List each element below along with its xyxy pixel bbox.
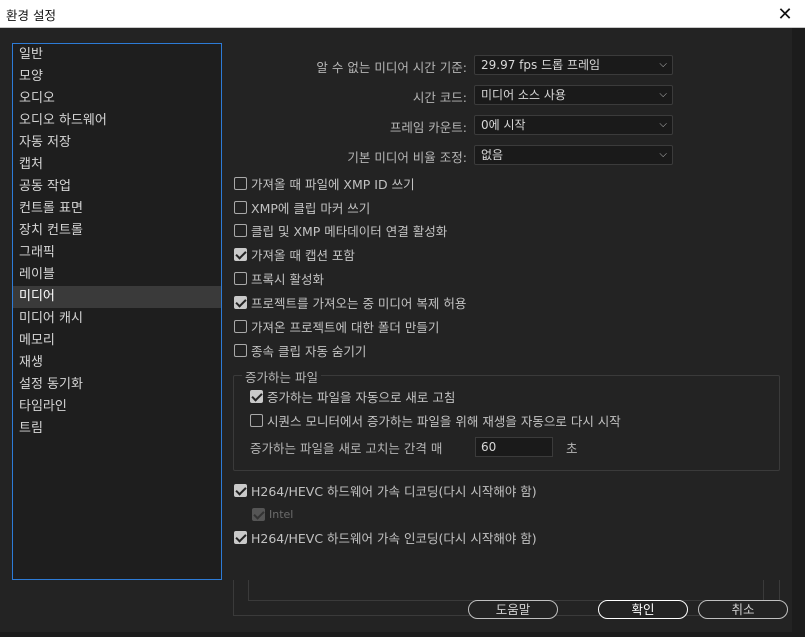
- option-checkbox[interactable]: XMP에 클립 마커 쓰기: [234, 198, 370, 216]
- title-bar: 환경 설정 ✕: [0, 0, 805, 28]
- checkbox-icon: [252, 507, 265, 521]
- timecode-label: 시간 코드:: [412, 90, 467, 105]
- hw-decode-checkbox[interactable]: H264/HEVC 하드웨어 가속 디코딩(다시 시작해야 함): [234, 481, 537, 499]
- timebase-value: 29.97 fps 드롭 프레임: [481, 58, 601, 72]
- timebase-select[interactable]: 29.97 fps 드롭 프레임 ⌵: [474, 55, 673, 75]
- frame-count-label: 프레임 카운트:: [389, 120, 467, 135]
- auto-restart-playback-label: 시퀀스 모니터에서 증가하는 파일을 위해 재생을 자동으로 다시 시작: [267, 413, 621, 429]
- checkbox-icon: [234, 319, 247, 333]
- cancel-button[interactable]: 취소: [698, 600, 788, 619]
- auto-refresh-growing-checkbox[interactable]: 증가하는 파일을 자동으로 새로 고침: [250, 387, 455, 405]
- sidebar-item[interactable]: 자동 저장: [13, 132, 221, 154]
- option-checkbox[interactable]: 프로젝트를 가져오는 중 미디어 복제 허용: [234, 293, 466, 311]
- sidebar-item[interactable]: 컨트롤 표면: [13, 198, 221, 220]
- option-label: XMP에 클립 마커 쓰기: [251, 200, 371, 216]
- hw-encode-checkbox[interactable]: H264/HEVC 하드웨어 가속 인코딩(다시 시작해야 함): [234, 528, 537, 546]
- frame-count-value: 0에 시작: [481, 118, 526, 132]
- sidebar-item[interactable]: 오디오 하드웨어: [13, 110, 221, 132]
- option-label: 가져올 때 파일에 XMP ID 쓰기: [251, 176, 415, 192]
- timecode-value: 미디어 소스 사용: [481, 88, 566, 102]
- timebase-label: 알 수 없는 미디어 시간 기준:: [316, 60, 467, 75]
- option-label: 프로젝트를 가져오는 중 미디어 복제 허용: [251, 295, 467, 311]
- option-checkbox[interactable]: 프록시 활성화: [234, 269, 324, 287]
- growing-files-legend: 증가하는 파일: [242, 367, 321, 386]
- option-label: 프록시 활성화: [251, 271, 324, 287]
- pixel-aspect-label: 기본 미디어 비율 조정:: [347, 150, 467, 165]
- hw-decode-label: H264/HEVC 하드웨어 가속 디코딩(다시 시작해야 함): [251, 483, 537, 499]
- auto-restart-playback-checkbox[interactable]: 시퀀스 모니터에서 증가하는 파일을 위해 재생을 자동으로 다시 시작: [250, 411, 621, 429]
- sidebar-item[interactable]: 메모리: [13, 330, 221, 352]
- chevron-down-icon: ⌵: [659, 119, 667, 130]
- frame-count-select[interactable]: 0에 시작 ⌵: [474, 115, 673, 135]
- option-label: 가져올 때 캡션 포함: [251, 247, 355, 263]
- checkbox-icon: [250, 389, 263, 403]
- checkbox-icon: [234, 343, 247, 357]
- option-checkbox[interactable]: 클립 및 XMP 메타데이터 연결 활성화: [234, 221, 447, 239]
- pixel-aspect-select[interactable]: 없음 ⌵: [474, 145, 673, 165]
- refresh-interval-input[interactable]: 60: [475, 437, 553, 457]
- checkbox-icon: [234, 200, 247, 214]
- sidebar-item[interactable]: 설정 동기화: [13, 374, 221, 396]
- preferences-category-list: 일반 모양 오디오 오디오 하드웨어 자동 저장 캡처 공동 작업 컨트롤 표면 장치 컨트롤 그…: [12, 43, 222, 580]
- chevron-down-icon: ⌵: [659, 89, 667, 100]
- auto-refresh-growing-label: 증가하는 파일을 자동으로 새로 고침: [267, 389, 456, 405]
- lower-panel-inner: [248, 580, 764, 601]
- sidebar-item[interactable]: 재생: [13, 352, 221, 374]
- option-checkbox[interactable]: 가져온 프로젝트에 대한 폴더 만들기: [234, 317, 439, 335]
- checkbox-icon: [234, 295, 247, 309]
- sidebar-item[interactable]: 트림: [13, 418, 221, 440]
- chevron-down-icon: ⌵: [659, 59, 667, 70]
- sidebar-item[interactable]: 공동 작업: [13, 176, 221, 198]
- option-label: 종속 클립 자동 숨기기: [251, 343, 367, 359]
- intel-decode-checkbox: Intel: [252, 505, 293, 523]
- checkbox-icon: [234, 530, 247, 544]
- background-strip: [792, 28, 805, 637]
- sidebar-item[interactable]: 오디오: [13, 88, 221, 110]
- timecode-select[interactable]: 미디어 소스 사용 ⌵: [474, 85, 673, 105]
- help-button[interactable]: 도움말: [468, 600, 558, 619]
- option-label: 가져온 프로젝트에 대한 폴더 만들기: [251, 319, 440, 335]
- option-checkbox[interactable]: 종속 클립 자동 숨기기: [234, 341, 366, 359]
- refresh-interval-unit: 초: [566, 441, 578, 456]
- option-checkbox[interactable]: 가져올 때 파일에 XMP ID 쓰기: [234, 174, 415, 192]
- sidebar-item[interactable]: 캡처: [13, 154, 221, 176]
- sidebar-item[interactable]: 타임라인: [13, 396, 221, 418]
- hw-encode-label: H264/HEVC 하드웨어 가속 인코딩(다시 시작해야 함): [251, 530, 537, 546]
- sidebar-item[interactable]: 일반: [13, 44, 221, 66]
- checkbox-icon: [250, 413, 263, 427]
- checkbox-icon: [234, 247, 247, 261]
- sidebar-item[interactable]: 미디어 캐시: [13, 308, 221, 330]
- intel-label: Intel: [269, 507, 294, 521]
- sidebar-item[interactable]: 그래픽: [13, 242, 221, 264]
- option-label: 클립 및 XMP 메타데이터 연결 활성화: [251, 223, 448, 239]
- checkbox-icon: [234, 483, 247, 497]
- refresh-interval-label: 증가하는 파일을 새로 고치는 간격 매: [250, 441, 443, 456]
- pixel-aspect-value: 없음: [481, 148, 504, 162]
- option-checkbox[interactable]: 가져올 때 캡션 포함: [234, 245, 355, 263]
- close-icon[interactable]: ✕: [765, 0, 805, 28]
- checkbox-icon: [234, 176, 247, 190]
- checkbox-icon: [234, 223, 247, 237]
- sidebar-item[interactable]: 모양: [13, 66, 221, 88]
- window-title: 환경 설정: [6, 8, 56, 23]
- chevron-down-icon: ⌵: [659, 149, 667, 160]
- sidebar-item[interactable]: 미디어: [13, 286, 221, 308]
- ok-button[interactable]: 확인: [598, 600, 688, 619]
- background-strip-bottom: [0, 632, 805, 637]
- checkbox-icon: [234, 271, 247, 285]
- sidebar-item[interactable]: 레이블: [13, 264, 221, 286]
- sidebar-item[interactable]: 장치 컨트롤: [13, 220, 221, 242]
